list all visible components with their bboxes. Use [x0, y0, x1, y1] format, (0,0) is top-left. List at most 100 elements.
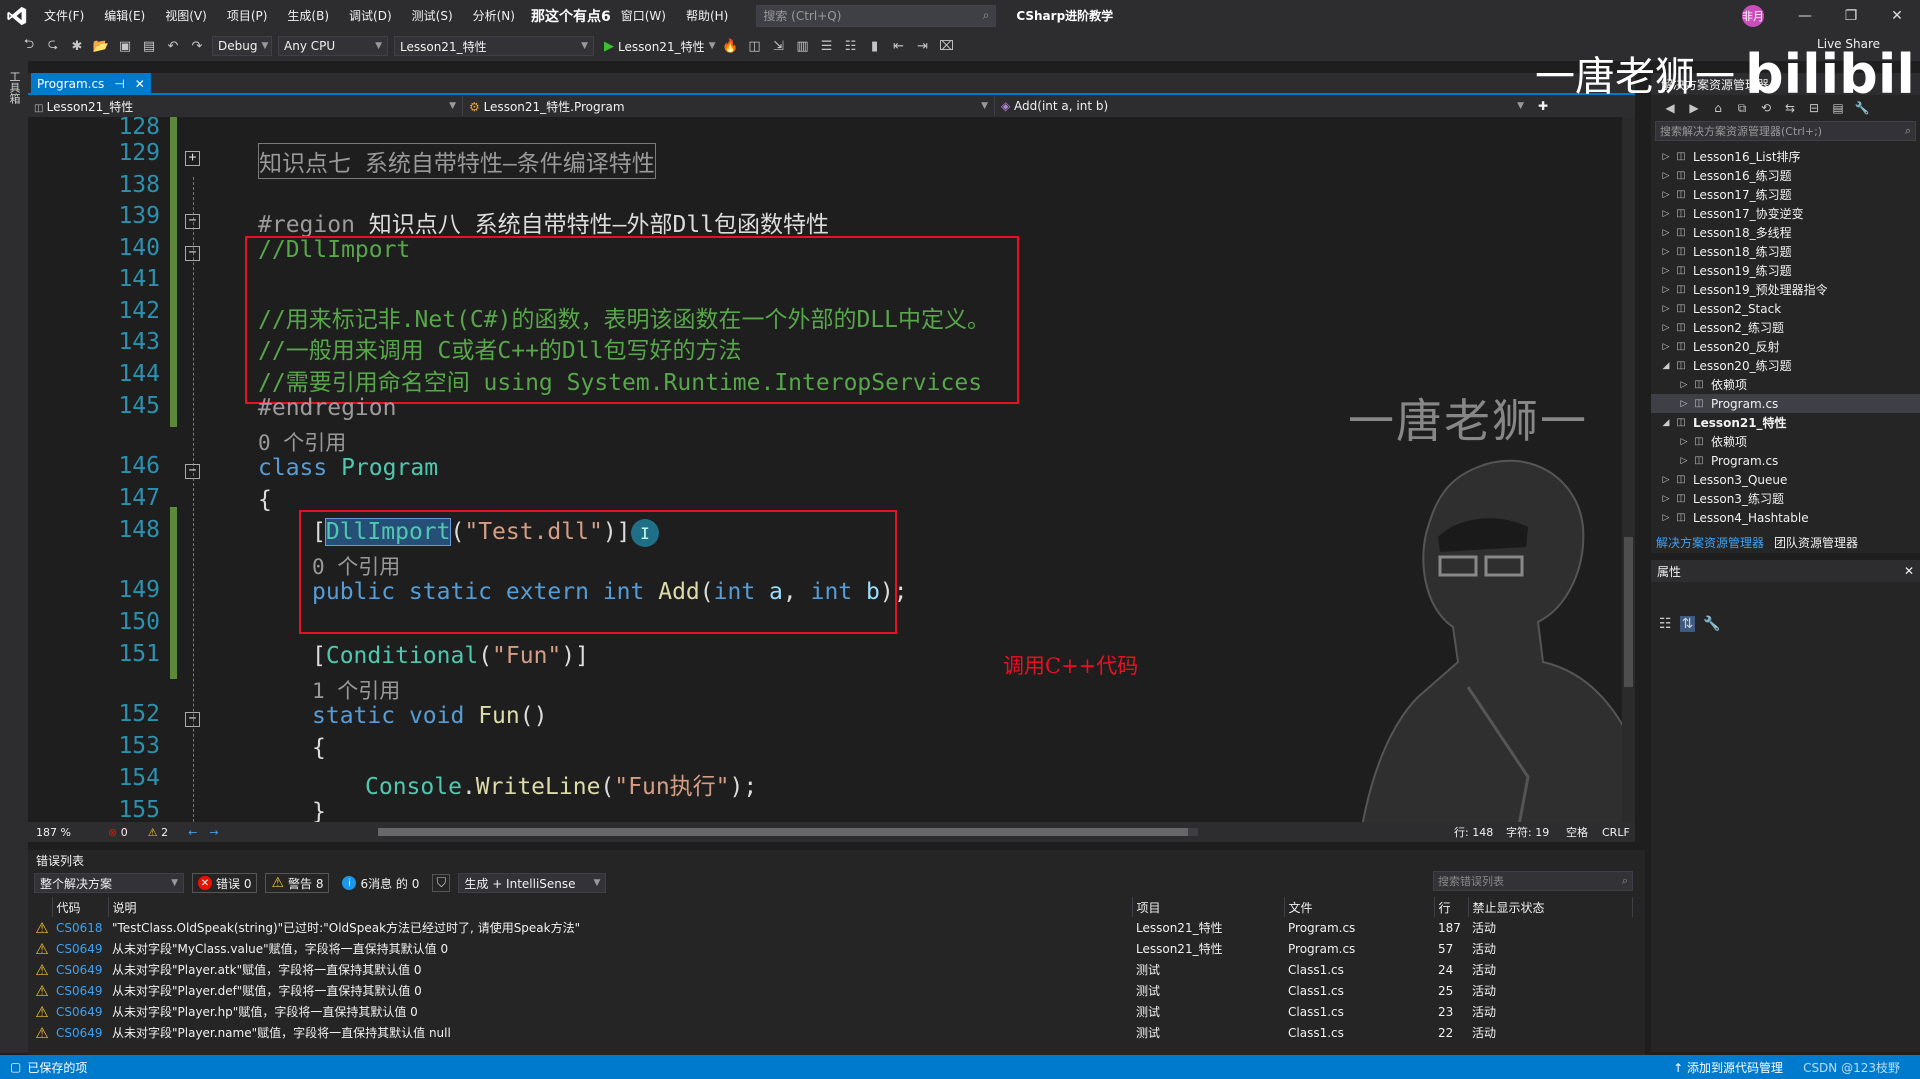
- tree-item[interactable]: ▷ ◫ Lesson16_练习题: [1651, 166, 1920, 185]
- menu-project[interactable]: 项目(P): [217, 7, 278, 24]
- toolbox-tab[interactable]: 工具箱: [6, 71, 22, 104]
- expander-icon[interactable]: ▷: [1659, 228, 1673, 238]
- tree-item[interactable]: ▷ ◫ Lesson17_协变逆变: [1651, 204, 1920, 223]
- expander-icon[interactable]: ▷: [1677, 399, 1691, 409]
- back-icon[interactable]: ⮌: [20, 37, 38, 55]
- menu-analyze[interactable]: 分析(N): [463, 7, 525, 24]
- tree-item[interactable]: ▷ ◫ Program.cs: [1651, 394, 1920, 413]
- collapse-icon[interactable]: −: [185, 246, 200, 261]
- expander-icon[interactable]: ▷: [1659, 342, 1673, 352]
- tree-item[interactable]: ▷ ◫ Lesson16_List排序: [1651, 147, 1920, 166]
- errors-filter-button[interactable]: ✕ 错误 0: [192, 873, 258, 893]
- column-header-line[interactable]: 行: [1434, 897, 1469, 917]
- clear-bookmarks-icon[interactable]: ⌧: [938, 37, 956, 55]
- scrollbar-thumb[interactable]: [378, 828, 1188, 836]
- table-row[interactable]: ⚠ CS0649 从未对字段"Player.def"赋值，字段将一直保持其默认值 0…: [28, 980, 1633, 1001]
- tree-item[interactable]: ▷ ◫ 依赖项: [1651, 432, 1920, 451]
- next-bookmark-icon[interactable]: ⇥: [914, 37, 932, 55]
- tree-item[interactable]: ▷ ◫ Lesson3_Queue: [1651, 470, 1920, 489]
- startup-project-dropdown[interactable]: Lesson21_特性 ▼: [394, 36, 594, 56]
- class-dropdown[interactable]: ⚙ Lesson21_特性.Program ▼: [463, 96, 995, 116]
- error-code-link[interactable]: CS0618: [52, 917, 108, 938]
- redo-icon[interactable]: ↷: [188, 37, 206, 55]
- warning-count[interactable]: ⚠ 2: [148, 826, 168, 839]
- prev-bookmark-icon[interactable]: ⇤: [890, 37, 908, 55]
- step-icon[interactable]: ⇲: [770, 37, 788, 55]
- tree-item[interactable]: ▷ ◫ Lesson19_预处理器指令: [1651, 280, 1920, 299]
- editor-horizontal-scrollbar[interactable]: [378, 828, 1198, 836]
- column-header-file[interactable]: 文件: [1284, 897, 1435, 917]
- column-header-description[interactable]: 说明: [108, 897, 1133, 917]
- collapse-icon[interactable]: −: [185, 214, 200, 229]
- undo-icon[interactable]: ↶: [164, 37, 182, 55]
- menu-view[interactable]: 视图(V): [155, 7, 217, 24]
- tree-item[interactable]: ▷ ◫ Lesson17_练习题: [1651, 185, 1920, 204]
- expander-icon[interactable]: ▷: [1659, 475, 1673, 485]
- tree-item[interactable]: ▷ ◫ 依赖项: [1651, 375, 1920, 394]
- error-code-link[interactable]: CS0649: [52, 1001, 108, 1022]
- tree-item[interactable]: ▷ ◫ Program.cs: [1651, 451, 1920, 470]
- menu-help[interactable]: 帮助(H): [676, 7, 738, 24]
- new-project-icon[interactable]: ✱: [68, 37, 86, 55]
- menu-window[interactable]: 窗口(W): [611, 7, 676, 24]
- close-icon[interactable]: ✕: [1874, 8, 1920, 24]
- close-icon[interactable]: ✕: [135, 77, 145, 91]
- table-row[interactable]: ⚠ CS0618 "TestClass.OldSpeak(string)"已过时:"…: [28, 917, 1633, 938]
- wrench-icon[interactable]: 🔧: [1703, 616, 1720, 632]
- collapse-icon[interactable]: −: [185, 712, 200, 727]
- collapse-icon[interactable]: −: [185, 464, 200, 479]
- filter-icon[interactable]: ⛉: [432, 874, 451, 892]
- menu-edit[interactable]: 编辑(E): [94, 7, 155, 24]
- tree-item[interactable]: ▷ ◫ Lesson2_Stack: [1651, 299, 1920, 318]
- expander-icon[interactable]: ▷: [1677, 456, 1691, 466]
- project-dropdown[interactable]: ◫ Lesson21_特性 ▼: [28, 96, 463, 116]
- expander-icon[interactable]: ▷: [1659, 247, 1673, 257]
- tree-item[interactable]: ▷ ◫ Lesson2_练习题: [1651, 318, 1920, 337]
- close-icon[interactable]: ✕: [1904, 564, 1914, 578]
- tree-item[interactable]: ▷ ◫ Lesson18_练习题: [1651, 242, 1920, 261]
- platform-dropdown[interactable]: Any CPU ▼: [278, 36, 388, 56]
- reference-count[interactable]: 1 个引用: [312, 675, 400, 705]
- categorized-icon[interactable]: ☷: [1659, 616, 1672, 632]
- expander-icon[interactable]: ▷: [1677, 380, 1691, 390]
- error-code-link[interactable]: CS0649: [52, 938, 108, 959]
- screenshot-icon[interactable]: ◫: [746, 37, 764, 55]
- uncomment-icon[interactable]: ☷: [842, 37, 860, 55]
- build-filter-dropdown[interactable]: 生成 + IntelliSense ▼: [458, 873, 607, 893]
- error-code-link[interactable]: CS0649: [52, 1022, 108, 1043]
- prev-issue-icon[interactable]: ←: [188, 826, 197, 839]
- minimize-icon[interactable]: —: [1782, 8, 1828, 24]
- tree-item[interactable]: ▷ ◫ Lesson3_练习题: [1651, 489, 1920, 508]
- tree-item[interactable]: ▷ ◫ Lesson18_多线程: [1651, 223, 1920, 242]
- error-code-link[interactable]: CS0649: [52, 980, 108, 1001]
- expander-icon[interactable]: ▷: [1659, 304, 1673, 314]
- warnings-filter-button[interactable]: ⚠ 警告 8: [265, 873, 330, 893]
- tab-program-cs[interactable]: Program.cs ⊣ ✕: [31, 73, 151, 95]
- restore-icon[interactable]: ❐: [1828, 8, 1874, 24]
- expander-icon[interactable]: ▷: [1659, 209, 1673, 219]
- expand-icon[interactable]: +: [185, 151, 200, 166]
- scrollbar-thumb[interactable]: [1624, 537, 1633, 687]
- expander-icon[interactable]: ▷: [1659, 323, 1673, 333]
- collapsed-region[interactable]: 知识点七 系统自带特性—条件编译特性: [258, 143, 656, 179]
- expander-icon[interactable]: ▷: [1659, 171, 1673, 181]
- alphabetical-icon[interactable]: ⇅: [1679, 616, 1696, 632]
- pin-icon[interactable]: ⊣: [114, 77, 124, 91]
- forward-icon[interactable]: ⮎: [44, 37, 62, 55]
- save-icon[interactable]: ▣: [116, 37, 134, 55]
- run-button[interactable]: ▶ Lesson21_特性 ▼: [604, 38, 716, 55]
- expander-icon[interactable]: ◢: [1659, 361, 1673, 371]
- tree-item[interactable]: ▷ ◫ Lesson19_练习题: [1651, 261, 1920, 280]
- column-header-project[interactable]: 项目: [1132, 897, 1285, 917]
- save-all-icon[interactable]: ▤: [140, 37, 158, 55]
- avatar[interactable]: 非月: [1742, 4, 1764, 27]
- error-count[interactable]: ⊗ 0: [108, 826, 128, 839]
- search-input[interactable]: 搜索 (Ctrl+Q) ⌕: [756, 4, 997, 27]
- next-issue-icon[interactable]: →: [209, 826, 218, 839]
- solution-search-input[interactable]: 搜索解决方案资源管理器(Ctrl+;) ⌕: [1655, 121, 1916, 141]
- table-row[interactable]: ⚠ CS0649 从未对字段"Player.name"赋值，字段将一直保持其默认值 …: [28, 1022, 1633, 1043]
- tab-team-explorer[interactable]: 团队资源管理器: [1774, 534, 1858, 551]
- messages-filter-button[interactable]: i 6消息 的 0: [337, 873, 424, 893]
- config-dropdown[interactable]: Debug ▼: [212, 36, 272, 56]
- table-row[interactable]: ⚠ CS0649 从未对字段"Player.atk"赋值，字段将一直保持其默认值 0…: [28, 959, 1633, 980]
